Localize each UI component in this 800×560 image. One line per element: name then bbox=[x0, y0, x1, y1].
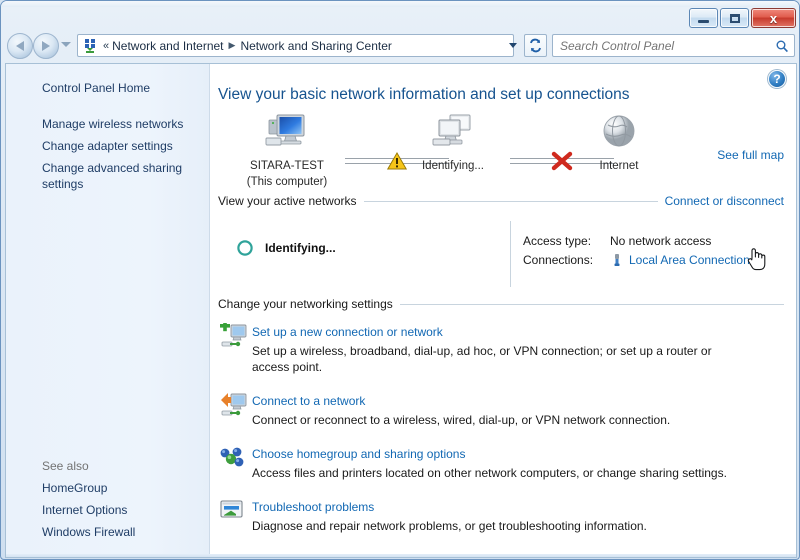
setting-title-setup-new-connection[interactable]: Set up a new connection or network bbox=[252, 325, 443, 339]
active-networks-section: Identifying... Access type: No network a… bbox=[218, 217, 784, 295]
network-map: SITARA-TEST (This computer) bbox=[210, 108, 796, 192]
active-network-name: Identifying... bbox=[265, 241, 336, 255]
access-type-label: Access type: bbox=[523, 234, 610, 248]
refresh-icon bbox=[528, 38, 543, 53]
connections-label: Connections: bbox=[523, 253, 610, 267]
back-button[interactable] bbox=[7, 33, 33, 59]
active-network-entry[interactable]: Identifying... bbox=[236, 239, 336, 257]
sidebar-item-change-adapter-settings[interactable]: Change adapter settings bbox=[6, 135, 209, 157]
see-also-section: See also HomeGroup Internet Options Wind… bbox=[6, 457, 210, 543]
globe-icon bbox=[599, 112, 639, 152]
address-dropdown-button[interactable] bbox=[502, 35, 523, 56]
active-network-divider bbox=[510, 221, 511, 287]
map-node-this-computer[interactable]: SITARA-TEST (This computer) bbox=[222, 112, 352, 189]
active-networks-label: View your active networks bbox=[218, 194, 364, 208]
sidebar-item-windows-firewall[interactable]: Windows Firewall bbox=[6, 521, 210, 543]
minimize-button[interactable] bbox=[689, 8, 718, 28]
breadcrumb-network-and-internet[interactable]: Network and Internet bbox=[112, 39, 223, 53]
breadcrumb-overflow[interactable]: « bbox=[103, 40, 108, 52]
networking-settings-label: Change your networking settings bbox=[218, 297, 400, 311]
window-controls: x bbox=[689, 8, 796, 28]
setting-description: Access files and printers located on oth… bbox=[252, 465, 744, 481]
map-node-internet[interactable]: Internet bbox=[554, 112, 684, 173]
see-also-title: See also bbox=[6, 457, 210, 477]
network-ring-icon bbox=[236, 239, 254, 257]
connect-network-icon bbox=[218, 391, 252, 421]
setting-item-troubleshoot[interactable]: Troubleshoot problems Diagnose and repai… bbox=[218, 497, 784, 534]
sidebar: Control Panel Home Manage wireless netwo… bbox=[6, 64, 210, 557]
setting-item-connect-to-network[interactable]: Connect to a network Connect or reconnec… bbox=[218, 391, 784, 428]
active-networks-header: View your active networks Connect or dis… bbox=[218, 192, 784, 210]
main-pane: ? View your basic network information an… bbox=[210, 64, 796, 557]
local-area-connection-2-link[interactable]: Local Area Connection 2 bbox=[629, 253, 760, 267]
maximize-button[interactable] bbox=[720, 8, 749, 28]
minimize-icon bbox=[698, 20, 709, 23]
setting-description: Diagnose and repair network problems, or… bbox=[252, 518, 744, 534]
breadcrumb-network-and-sharing-center[interactable]: Network and Sharing Center bbox=[240, 39, 391, 53]
back-arrow-icon bbox=[16, 41, 24, 51]
sidebar-item-manage-wireless-networks[interactable]: Manage wireless networks bbox=[6, 113, 209, 135]
sidebar-item-internet-options[interactable]: Internet Options bbox=[6, 499, 210, 521]
maximize-icon bbox=[730, 14, 740, 23]
page-title: View your basic network information and … bbox=[210, 64, 796, 104]
connect-or-disconnect-link[interactable]: Connect or disconnect bbox=[658, 194, 784, 208]
setting-item-setup-new-connection[interactable]: Set up a new connection or network Set u… bbox=[218, 322, 784, 375]
setting-text: Set up a new connection or network Set u… bbox=[252, 322, 784, 375]
header-rule bbox=[400, 304, 784, 305]
search-icon bbox=[775, 39, 789, 53]
network-sharing-center-icon bbox=[83, 38, 99, 54]
detail-row-access-type: Access type: No network access bbox=[523, 231, 760, 250]
networking-settings-list: Set up a new connection or network Set u… bbox=[218, 322, 784, 534]
setting-title-homegroup-sharing[interactable]: Choose homegroup and sharing options bbox=[252, 447, 465, 461]
map-node-label-line2: (This computer) bbox=[222, 175, 352, 189]
multiple-computers-icon bbox=[430, 112, 476, 152]
sidebar-item-control-panel-home[interactable]: Control Panel Home bbox=[6, 77, 209, 99]
access-type-value: No network access bbox=[610, 234, 711, 248]
network-adapter-icon bbox=[610, 253, 624, 267]
setting-title-connect-to-network[interactable]: Connect to a network bbox=[252, 394, 365, 408]
sidebar-item-homegroup[interactable]: HomeGroup bbox=[6, 477, 210, 499]
detail-row-connections: Connections: Local Area Connection 2 bbox=[523, 250, 760, 269]
new-connection-icon bbox=[218, 322, 252, 352]
breadcrumb-separator-icon: ▶ bbox=[229, 40, 236, 51]
forward-button[interactable] bbox=[33, 33, 59, 59]
sidebar-spacer bbox=[6, 99, 209, 113]
setting-description: Connect or reconnect to a wireless, wire… bbox=[252, 412, 744, 428]
status-bar bbox=[5, 554, 797, 558]
map-node-label-line1: SITARA-TEST bbox=[222, 159, 352, 173]
address-bar[interactable]: « Network and Internet ▶ Network and Sha… bbox=[77, 34, 514, 57]
setting-text: Connect to a network Connect or reconnec… bbox=[252, 391, 784, 428]
map-node-label-line1: Internet bbox=[554, 159, 684, 173]
help-button[interactable]: ? bbox=[768, 70, 786, 88]
close-button[interactable]: x bbox=[751, 8, 796, 28]
map-node-identifying[interactable]: Identifying... bbox=[388, 112, 518, 173]
computer-icon bbox=[264, 112, 310, 152]
content-area: Control Panel Home Manage wireless netwo… bbox=[5, 63, 797, 557]
see-full-map-link[interactable]: See full map bbox=[717, 148, 784, 162]
title-bar: x bbox=[1, 1, 800, 31]
search-input[interactable] bbox=[558, 38, 775, 54]
sidebar-item-change-advanced-sharing-settings[interactable]: Change advanced sharing settings bbox=[6, 157, 209, 195]
map-node-label-line1: Identifying... bbox=[388, 159, 518, 173]
troubleshoot-icon bbox=[218, 497, 252, 527]
setting-title-troubleshoot[interactable]: Troubleshoot problems bbox=[252, 500, 374, 514]
setting-description: Set up a wireless, broadband, dial-up, a… bbox=[252, 343, 744, 375]
refresh-button[interactable] bbox=[524, 34, 547, 57]
network-sharing-center-window: x « Network and Interne bbox=[0, 0, 800, 560]
close-icon: x bbox=[770, 12, 777, 25]
search-box[interactable] bbox=[552, 34, 795, 57]
setting-text: Choose homegroup and sharing options Acc… bbox=[252, 444, 784, 481]
setting-item-homegroup-sharing[interactable]: Choose homegroup and sharing options Acc… bbox=[218, 444, 784, 481]
history-dropdown-icon[interactable] bbox=[61, 42, 71, 47]
forward-arrow-icon bbox=[42, 41, 50, 51]
homegroup-icon bbox=[218, 444, 252, 474]
active-network-details: Access type: No network access Connectio… bbox=[523, 231, 760, 269]
networking-settings-header: Change your networking settings bbox=[218, 295, 784, 313]
header-rule bbox=[364, 201, 658, 202]
navigation-bar: « Network and Internet ▶ Network and Sha… bbox=[1, 31, 800, 63]
chevron-down-icon bbox=[509, 43, 517, 48]
setting-text: Troubleshoot problems Diagnose and repai… bbox=[252, 497, 784, 534]
